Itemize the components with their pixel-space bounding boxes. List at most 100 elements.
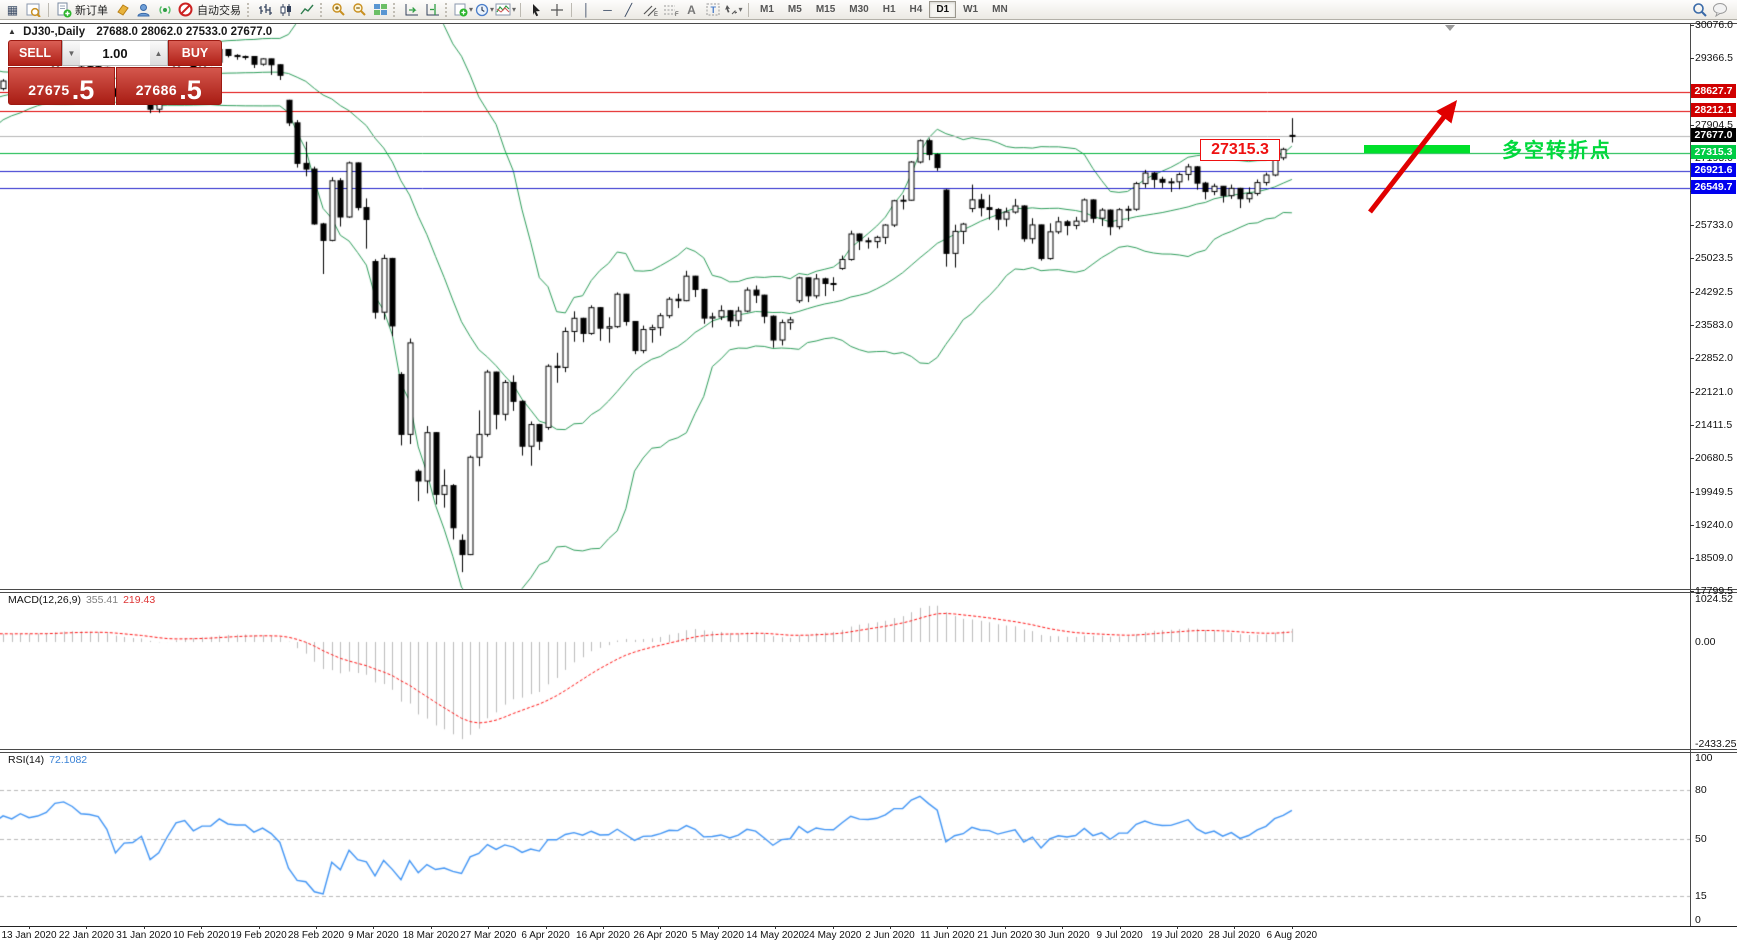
date-tick bbox=[1292, 926, 1293, 929]
price-badge: 26921.6 bbox=[1691, 163, 1736, 177]
date-tick bbox=[833, 926, 834, 929]
macd-separator-top[interactable] bbox=[0, 589, 1737, 590]
up-arrow-annotation[interactable] bbox=[1358, 88, 1476, 220]
template-icon[interactable]: ▾ bbox=[495, 1, 516, 18]
collapse-arrow-icon[interactable]: ▲ bbox=[8, 27, 16, 36]
charts-grid-icon[interactable]: ▦ bbox=[2, 1, 23, 18]
date-label: 31 Jan 2020 bbox=[116, 930, 171, 941]
date-label: 22 Jan 2020 bbox=[59, 930, 114, 941]
date-tick bbox=[1120, 926, 1121, 929]
date-label: 11 Jun 2020 bbox=[920, 930, 974, 941]
rsi-axis-tick: 100 bbox=[1695, 752, 1713, 764]
vline-tool-icon[interactable]: │ bbox=[576, 1, 597, 18]
rsi-separator-bottom[interactable] bbox=[0, 752, 1737, 753]
date-tick bbox=[316, 926, 317, 929]
zoom-in-icon[interactable] bbox=[328, 1, 349, 18]
price-badge: 27677.0 bbox=[1691, 128, 1736, 142]
one-click-trade-panel: SELL ▼ 1.00 ▲ BUY 27675 .5 27686 .5 bbox=[8, 40, 222, 105]
candlestick-type-icon[interactable] bbox=[276, 1, 297, 18]
tf-m30[interactable]: M30 bbox=[842, 1, 875, 18]
equidistant-channel-icon[interactable]: E bbox=[639, 1, 660, 18]
autoscroll-icon[interactable] bbox=[401, 1, 422, 18]
macd-axis-tick: 0.00 bbox=[1695, 636, 1715, 648]
autotrade-icon[interactable] bbox=[175, 1, 196, 18]
price-badge: 28627.7 bbox=[1691, 84, 1736, 98]
rsi-separator-top[interactable] bbox=[0, 749, 1737, 750]
hline-tool-icon[interactable]: ─ bbox=[597, 1, 618, 18]
text-tool-icon[interactable]: A bbox=[681, 1, 702, 18]
chat-icon[interactable] bbox=[1710, 1, 1731, 18]
tile-windows-icon[interactable] bbox=[370, 1, 391, 18]
date-label: 6 Apr 2020 bbox=[521, 930, 569, 941]
chart-ohlc-values: 27688.0 28062.0 27533.0 27677.0 bbox=[96, 26, 272, 38]
date-label: 28 Feb 2020 bbox=[288, 930, 344, 941]
period-clock-icon[interactable]: ▾ bbox=[474, 1, 495, 18]
date-label: 19 Jul 2020 bbox=[1151, 930, 1203, 941]
date-tick bbox=[546, 926, 547, 929]
pivot-price-flag[interactable]: 27315.3 bbox=[1200, 139, 1280, 161]
tf-mn[interactable]: MN bbox=[985, 1, 1015, 18]
date-tick bbox=[488, 926, 489, 929]
tf-m5[interactable]: M5 bbox=[781, 1, 809, 18]
crosshair-icon[interactable] bbox=[546, 1, 567, 18]
new-order-icon[interactable] bbox=[53, 1, 74, 18]
macd-main-value: 355.41 bbox=[86, 594, 118, 606]
new-order-label[interactable]: 新订单 bbox=[75, 2, 108, 18]
date-tick bbox=[775, 926, 776, 929]
search-icon[interactable] bbox=[1689, 1, 1710, 18]
volume-stepper: ▼ 1.00 ▲ bbox=[62, 40, 168, 66]
bar-chart-type-icon[interactable] bbox=[255, 1, 276, 18]
macd-signal-value: 219.43 bbox=[123, 594, 155, 606]
tf-h1[interactable]: H1 bbox=[876, 1, 903, 18]
signals-icon[interactable] bbox=[154, 1, 175, 18]
date-tick bbox=[890, 926, 891, 929]
svg-text:T: T bbox=[710, 5, 716, 15]
turning-point-annotation[interactable]: 多空转折点 bbox=[1502, 134, 1612, 163]
tf-m1[interactable]: M1 bbox=[753, 1, 781, 18]
scroll-position-marker[interactable] bbox=[1445, 25, 1455, 31]
price-tick: 19240.0 bbox=[1695, 519, 1733, 531]
add-indicator-icon[interactable]: ▾ bbox=[453, 1, 474, 18]
chart-symbol: DJ30-,Daily bbox=[23, 26, 85, 38]
macd-separator-bottom[interactable] bbox=[0, 592, 1737, 593]
trendline-tool-icon[interactable]: ╱ bbox=[618, 1, 639, 18]
chart-profile-icon[interactable] bbox=[23, 1, 44, 18]
macd-label: MACD(12,26,9)355.41219.43 bbox=[8, 594, 155, 606]
fibonacci-icon[interactable]: F bbox=[660, 1, 681, 18]
sell-button[interactable]: SELL bbox=[8, 40, 62, 66]
mt4-window: ▦ 新订单 自动交易 ▾ ▾ ▾ │ ─ ╱ E F A T ▾ bbox=[0, 0, 1737, 946]
time-axis-border bbox=[0, 926, 1737, 927]
label-tool-icon[interactable]: T bbox=[702, 1, 723, 18]
volume-up-button[interactable]: ▲ bbox=[150, 41, 167, 65]
rsi-name: RSI(14) bbox=[8, 754, 44, 766]
cursor-icon[interactable] bbox=[525, 1, 546, 18]
date-label: 18 Mar 2020 bbox=[403, 930, 459, 941]
volume-value[interactable]: 1.00 bbox=[80, 41, 150, 65]
date-tick bbox=[373, 926, 374, 929]
history-eraser-icon[interactable] bbox=[112, 1, 133, 18]
price-tick: 22852.0 bbox=[1695, 352, 1733, 364]
chart-shift-icon[interactable] bbox=[422, 1, 443, 18]
arrows-tool-icon[interactable]: ▾ bbox=[723, 1, 744, 18]
svg-text:E: E bbox=[654, 12, 658, 17]
autotrade-label[interactable]: 自动交易 bbox=[197, 2, 241, 18]
line-chart-type-icon[interactable] bbox=[297, 1, 318, 18]
macd-axis-tick: 1024.52 bbox=[1695, 593, 1733, 605]
chart-title: ▲ DJ30-,Daily 27688.0 28062.0 27533.0 27… bbox=[8, 26, 272, 38]
price-badge: 26549.7 bbox=[1691, 180, 1736, 194]
sell-price[interactable]: 27675 .5 bbox=[8, 67, 115, 105]
profile-user-icon[interactable] bbox=[133, 1, 154, 18]
date-tick bbox=[1234, 926, 1235, 929]
tf-d1[interactable]: D1 bbox=[929, 1, 956, 18]
volume-down-button[interactable]: ▼ bbox=[63, 41, 80, 65]
zoom-out-icon[interactable] bbox=[349, 1, 370, 18]
tf-h4[interactable]: H4 bbox=[903, 1, 930, 18]
buy-price[interactable]: 27686 .5 bbox=[116, 67, 223, 105]
date-label: 9 Jul 2020 bbox=[1097, 930, 1143, 941]
tf-m15[interactable]: M15 bbox=[809, 1, 842, 18]
date-tick bbox=[1062, 926, 1063, 929]
tf-w1[interactable]: W1 bbox=[956, 1, 985, 18]
date-label: 14 May 2020 bbox=[746, 930, 804, 941]
buy-price-int: 27686 bbox=[136, 82, 177, 98]
buy-button[interactable]: BUY bbox=[168, 40, 222, 66]
